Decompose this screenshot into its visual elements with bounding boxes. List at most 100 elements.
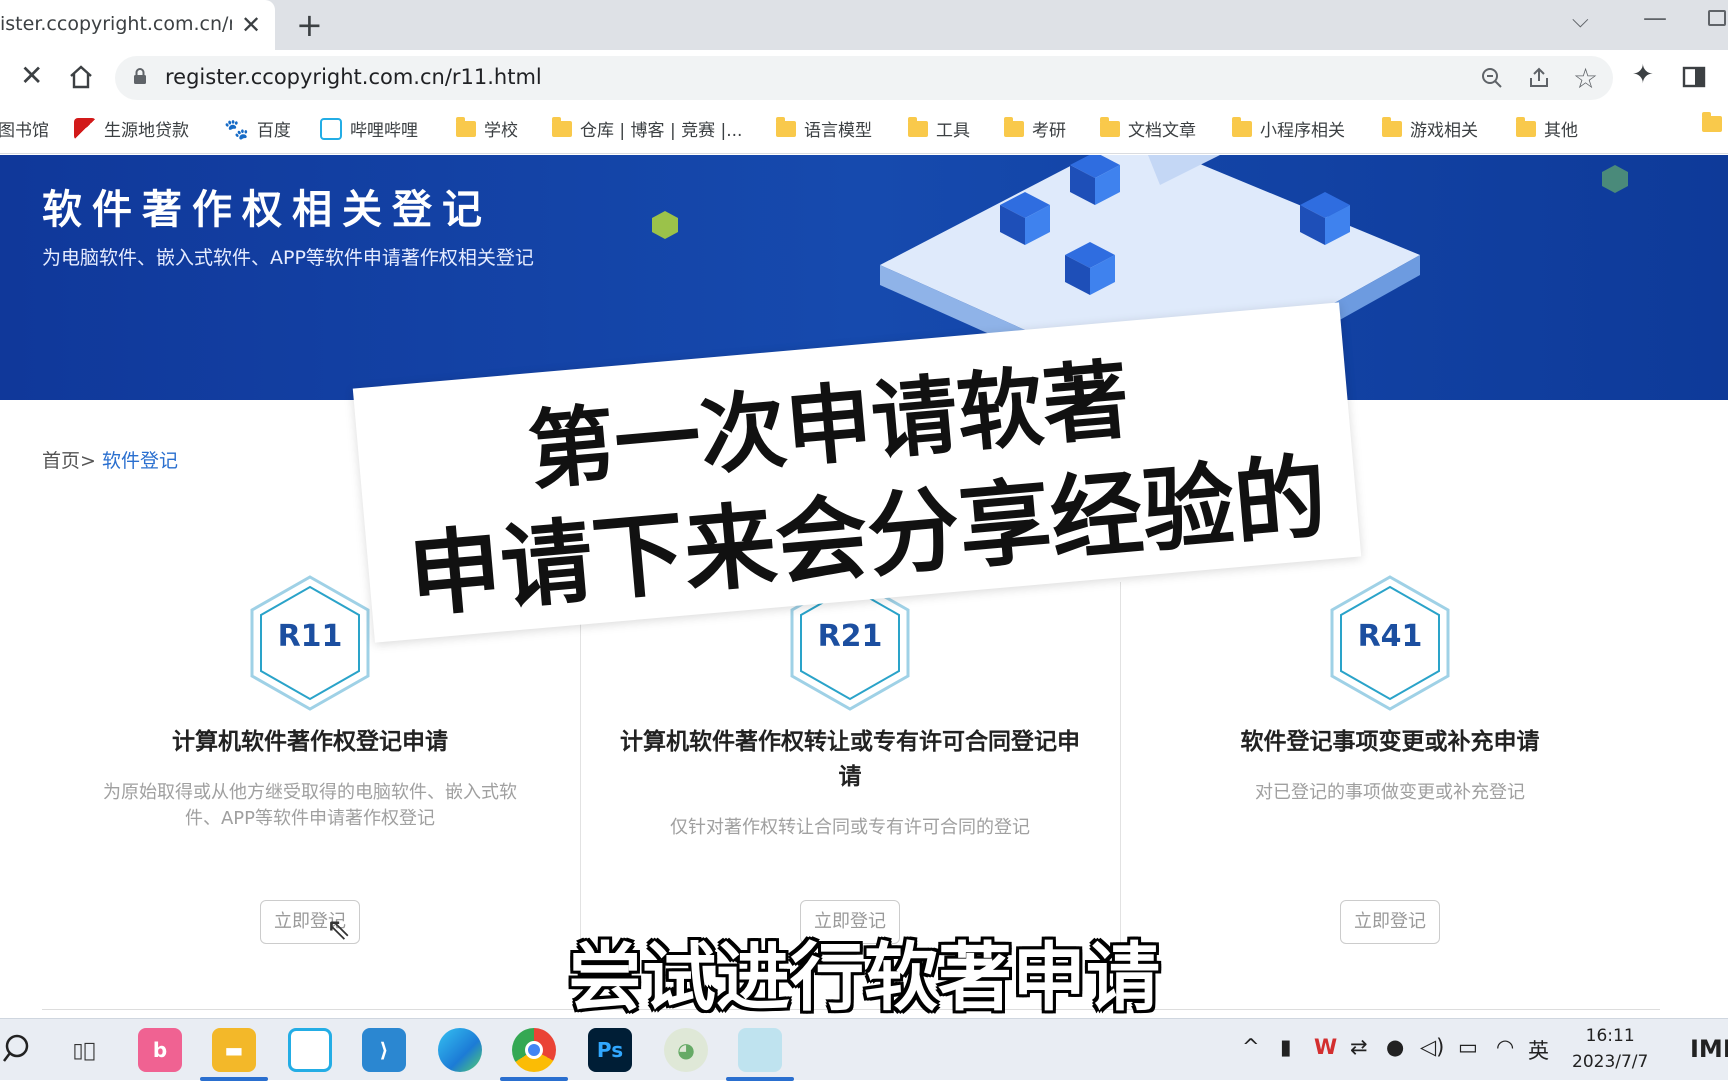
microphone-icon[interactable]: ▮ <box>1280 1035 1292 1059</box>
task-view-icon[interactable]: ▯⃓ <box>62 1028 106 1072</box>
volume-icon[interactable]: ◁) <box>1420 1035 1444 1059</box>
bookmark-exam[interactable]: 考研 <box>1004 116 1066 141</box>
address-bar[interactable]: register.ccopyright.com.cn/r11.html ☆ <box>115 56 1613 100</box>
bookmark-label: 考研 <box>1032 121 1066 141</box>
bookmark-miniprogram[interactable]: 小程序相关 <box>1232 116 1345 141</box>
chevron-up-icon[interactable]: ^ <box>1242 1035 1260 1059</box>
bookmark-tools[interactable]: 工具 <box>908 116 970 141</box>
share-icon[interactable] <box>1527 66 1551 90</box>
browser-toolbar: ✕ register.ccopyright.com.cn/r11.html ☆ … <box>0 50 1728 106</box>
file-explorer-icon[interactable]: ▬ <box>200 1028 268 1081</box>
extensions-icon[interactable]: ✦ <box>1632 62 1654 88</box>
qq-icon[interactable]: ● <box>1386 1035 1404 1059</box>
vscode-icon[interactable]: ⟩ <box>362 1028 406 1072</box>
card-title: 计算机软件著作权转让或专有许可合同登记申请 <box>620 729 1080 790</box>
photoshop-icon[interactable]: Ps <box>588 1028 632 1072</box>
card-code: R11 <box>277 619 343 654</box>
system-clock[interactable]: 16:11 2023/7/7 <box>1572 1023 1648 1075</box>
bookmark-label: 图书馆 <box>0 121 49 141</box>
input-method-indicator[interactable]: 英 <box>1528 1035 1549 1065</box>
bookmarks-bar: 图书馆 生源地贷款 🐾 百度 哔哩哔哩 学校 仓库 | 博客 | 竞赛 |...… <box>0 106 1728 154</box>
chrome-icon[interactable] <box>500 1028 568 1081</box>
folder-icon <box>908 116 928 137</box>
new-tab-button[interactable]: + <box>296 6 323 44</box>
windows-taskbar: ▯⃓ b ▬ ⟩ Ps ◕ ^ ▮ W ⇄ ● ◁) ▭ ◠ 英 16:11 2… <box>0 1018 1728 1081</box>
zoom-icon[interactable] <box>1480 66 1504 90</box>
bookmark-repo[interactable]: 仓库 | 博客 | 竞赛 |... <box>552 116 742 141</box>
wechat-icon[interactable]: ◕ <box>664 1028 708 1072</box>
bookmark-star-icon[interactable]: ☆ <box>1573 62 1598 95</box>
banner-title: 软件著作权相关登记 <box>42 187 492 233</box>
bookmark-baidu[interactable]: 🐾 百度 <box>224 116 291 142</box>
bookmark-bilibili[interactable]: 哔哩哔哩 <box>320 116 418 141</box>
bookmark-other[interactable]: 其他 <box>1516 116 1578 141</box>
chevron-down-icon[interactable]: ⌵ <box>1572 8 1589 33</box>
bookmark-label: 游戏相关 <box>1410 121 1478 141</box>
bookmark-school[interactable]: 学校 <box>456 116 518 141</box>
hexagon-badge-icon: R11 <box>248 575 372 711</box>
bilibili-client-icon[interactable] <box>288 1028 332 1072</box>
search-icon[interactable] <box>2 1034 32 1064</box>
lock-icon[interactable] <box>133 68 147 84</box>
bookmark-label: 学校 <box>484 121 518 141</box>
folder-icon <box>1702 112 1722 132</box>
baidu-icon: 🐾 <box>224 116 249 141</box>
card-code: R21 <box>817 619 883 654</box>
decorative-hex-icon <box>1602 165 1628 193</box>
banner-subtitle: 为电脑软件、嵌入式软件、APP等软件申请著作权相关登记 <box>42 247 534 269</box>
breadcrumb-current[interactable]: 软件登记 <box>102 450 178 472</box>
live-wallpaper-icon[interactable] <box>726 1028 794 1081</box>
card-title: 软件登记事项变更或补充申请 <box>1240 729 1540 755</box>
breadcrumb: 首页> 软件登记 <box>42 446 178 473</box>
close-tab-icon[interactable]: ✕ <box>241 11 261 39</box>
tab-title: ister.ccopyright.com.cn/r11 <box>0 13 232 35</box>
bookmark-label: 语言模型 <box>804 121 872 141</box>
side-panel-icon[interactable] <box>1682 65 1706 89</box>
card-description: 对已登记的事项做变更或补充登记 <box>1255 782 1525 803</box>
maximize-button[interactable] <box>1708 10 1726 26</box>
bookmark-label: 生源地贷款 <box>104 121 189 141</box>
bookmark-llm[interactable]: 语言模型 <box>776 116 872 141</box>
browser-tab[interactable]: ister.ccopyright.com.cn/r11 ✕ <box>0 0 275 50</box>
folder-icon <box>1382 116 1402 137</box>
folder-icon <box>1516 116 1536 137</box>
loan-icon <box>74 117 96 140</box>
wifi-icon[interactable]: ◠ <box>1496 1035 1514 1059</box>
minimize-button[interactable]: — <box>1643 4 1667 32</box>
bookmark-label: 文档文章 <box>1128 121 1196 141</box>
bilibili-app-icon[interactable]: b <box>138 1028 182 1072</box>
bookmark-label: 其他 <box>1544 121 1578 141</box>
bookmark-label: 仓库 | 博客 | 竞赛 |... <box>580 121 743 141</box>
folder-icon <box>1232 116 1252 137</box>
bookmark-more[interactable] <box>1702 112 1722 132</box>
video-subtitle: 尝试进行软著申请 <box>568 935 1160 1021</box>
bilibili-icon <box>320 117 342 140</box>
stop-loading-icon[interactable]: ✕ <box>20 62 43 90</box>
breadcrumb-home[interactable]: 首页> <box>42 450 96 472</box>
bookmark-docs[interactable]: 文档文章 <box>1100 116 1196 141</box>
bookmark-label: 小程序相关 <box>1260 121 1345 141</box>
notification-icon[interactable]: IMI <box>1690 1035 1728 1063</box>
bookmark-games[interactable]: 游戏相关 <box>1382 116 1478 141</box>
card-description: 为原始取得或从他方继受取得的电脑软件、嵌入式软件、APP等软件申请著作权登记 <box>103 782 517 829</box>
sync-icon[interactable]: ⇄ <box>1350 1035 1368 1059</box>
bookmark-loan[interactable]: 生源地贷款 <box>74 116 189 141</box>
home-icon[interactable] <box>68 64 94 90</box>
folder-icon <box>776 116 796 137</box>
edge-icon[interactable] <box>438 1028 482 1072</box>
folder-icon <box>456 116 476 137</box>
folder-icon <box>552 116 572 137</box>
battery-icon[interactable]: ▭ <box>1458 1035 1478 1059</box>
clock-time: 16:11 <box>1585 1026 1635 1046</box>
card-title: 计算机软件著作权登记申请 <box>172 729 448 755</box>
url-text[interactable]: register.ccopyright.com.cn/r11.html <box>165 65 542 89</box>
wps-icon[interactable]: W <box>1314 1035 1337 1059</box>
bookmark-label: 工具 <box>936 121 970 141</box>
card-description: 仅针对著作权转让合同或专有许可合同的登记 <box>670 817 1030 838</box>
bookmark-library[interactable]: 图书馆 <box>0 116 49 141</box>
bookmark-label: 哔哩哔哩 <box>350 121 418 141</box>
tab-strip: ister.ccopyright.com.cn/r11 ✕ + ⌵ — <box>0 0 1728 50</box>
folder-icon <box>1100 116 1120 137</box>
decorative-hex-icon <box>652 211 678 239</box>
clock-date: 2023/7/7 <box>1572 1052 1649 1072</box>
